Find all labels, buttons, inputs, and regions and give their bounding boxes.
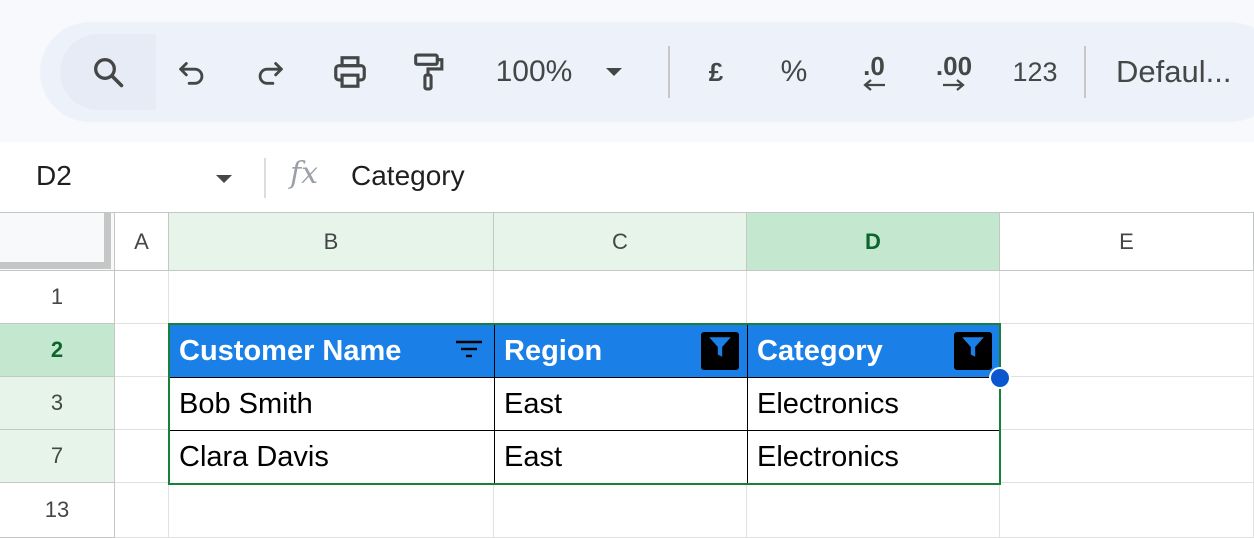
zoom-value: 100% <box>495 55 573 88</box>
cell-e7[interactable] <box>1000 430 1254 483</box>
toolbar-divider <box>668 46 670 98</box>
currency-format-button[interactable]: £ <box>692 22 740 122</box>
cell-c2[interactable]: Region <box>494 324 748 378</box>
pound-sign: £ <box>708 56 724 87</box>
arrow-left-icon <box>861 79 887 91</box>
column-header-e[interactable]: E <box>1000 212 1254 271</box>
filter-button-category[interactable] <box>954 332 992 370</box>
row-header-2[interactable]: 2 <box>0 324 115 377</box>
paint-format-button[interactable] <box>402 22 454 122</box>
cell-d3[interactable]: Electronics <box>747 377 1001 431</box>
chevron-down-icon[interactable] <box>214 172 234 190</box>
cell-d2[interactable]: Category <box>747 324 1001 378</box>
search-menus-button[interactable] <box>60 34 156 110</box>
row-header-13[interactable]: 13 <box>0 483 115 538</box>
filter-lines-icon <box>454 335 484 368</box>
font-name: Defaul... <box>1116 54 1232 89</box>
print-button[interactable] <box>324 22 376 122</box>
number-format-label: 123 <box>1012 56 1058 87</box>
funnel-icon <box>960 334 986 368</box>
search-icon <box>90 54 126 90</box>
percent-format-button[interactable]: % <box>770 22 818 122</box>
arrow-right-icon <box>941 79 967 91</box>
name-box[interactable]: D2 <box>36 160 72 192</box>
cell-c3[interactable]: East <box>494 377 748 431</box>
cell-c13[interactable] <box>494 483 747 538</box>
fill-handle[interactable] <box>989 367 1011 389</box>
increase-decimal-button[interactable]: .00 <box>924 22 984 122</box>
toolbar: 100% £ % .0 .00 123 Defaul... <box>40 22 1254 122</box>
cell-b7[interactable]: Clara Davis <box>169 430 495 484</box>
cell-a7[interactable] <box>115 430 169 483</box>
cell-a13[interactable] <box>115 483 169 538</box>
cell-c1[interactable] <box>494 271 747 324</box>
cell-e2[interactable] <box>1000 324 1254 377</box>
formula-input[interactable]: Category <box>351 160 465 192</box>
percent-sign: % <box>780 55 808 88</box>
cell-a2[interactable] <box>115 324 169 377</box>
freeze-row-handle[interactable] <box>0 262 111 269</box>
filter-button-region[interactable] <box>701 332 739 370</box>
header-customer-name: Customer Name <box>179 334 402 367</box>
cell-d7[interactable]: Electronics <box>747 430 1001 484</box>
row-header-1[interactable]: 1 <box>0 271 115 324</box>
cell-b2[interactable]: Customer Name <box>169 324 495 378</box>
header-region: Region <box>504 334 603 367</box>
cell-e3[interactable] <box>1000 377 1254 430</box>
column-header-a[interactable]: A <box>115 212 169 271</box>
undo-icon <box>175 55 209 89</box>
more-formats-button[interactable]: 123 <box>1004 22 1066 122</box>
cell-e1[interactable] <box>1000 271 1254 324</box>
filter-button-customer-name[interactable] <box>450 332 488 370</box>
zoom-select[interactable]: 100% <box>480 22 640 122</box>
print-icon <box>331 53 369 91</box>
toolbar-area: 100% £ % .0 .00 123 Defaul... <box>0 0 1254 142</box>
row-header-7[interactable]: 7 <box>0 430 115 483</box>
cell-b3[interactable]: Bob Smith <box>169 377 495 431</box>
cell-a3[interactable] <box>115 377 169 430</box>
chevron-down-icon <box>604 66 624 78</box>
cell-d13[interactable] <box>747 483 1000 538</box>
cell-b13[interactable] <box>169 483 494 538</box>
cell-e13[interactable] <box>1000 483 1254 538</box>
fx-icon: fx <box>290 156 319 191</box>
toolbar-divider <box>1084 46 1086 98</box>
column-header-c[interactable]: C <box>494 212 747 271</box>
cell-c7[interactable]: East <box>494 430 748 484</box>
increase-decimal-label: .00 <box>935 51 973 81</box>
row-header-3[interactable]: 3 <box>0 377 115 430</box>
formula-bar: D2 fx Category <box>0 142 1254 212</box>
column-header-b[interactable]: B <box>169 212 494 271</box>
funnel-icon <box>707 334 733 368</box>
redo-icon <box>253 55 287 89</box>
freeze-column-handle[interactable] <box>104 212 111 266</box>
cell-a1[interactable] <box>115 271 169 324</box>
decrease-decimal-button[interactable]: .0 <box>846 22 902 122</box>
font-select[interactable]: Defaul... <box>1116 22 1254 122</box>
redo-button[interactable] <box>244 22 296 122</box>
cell-b1[interactable] <box>169 271 494 324</box>
decrease-decimal-label: .0 <box>863 51 885 81</box>
paint-format-icon <box>409 52 447 92</box>
undo-button[interactable] <box>166 22 218 122</box>
spreadsheet-grid: A B C D E 1 2 3 7 13 Customer Name Regio… <box>0 212 1254 538</box>
formula-divider <box>264 158 266 198</box>
column-header-d[interactable]: D <box>747 212 1000 271</box>
header-category: Category <box>757 334 883 367</box>
cell-d1[interactable] <box>747 271 1000 324</box>
